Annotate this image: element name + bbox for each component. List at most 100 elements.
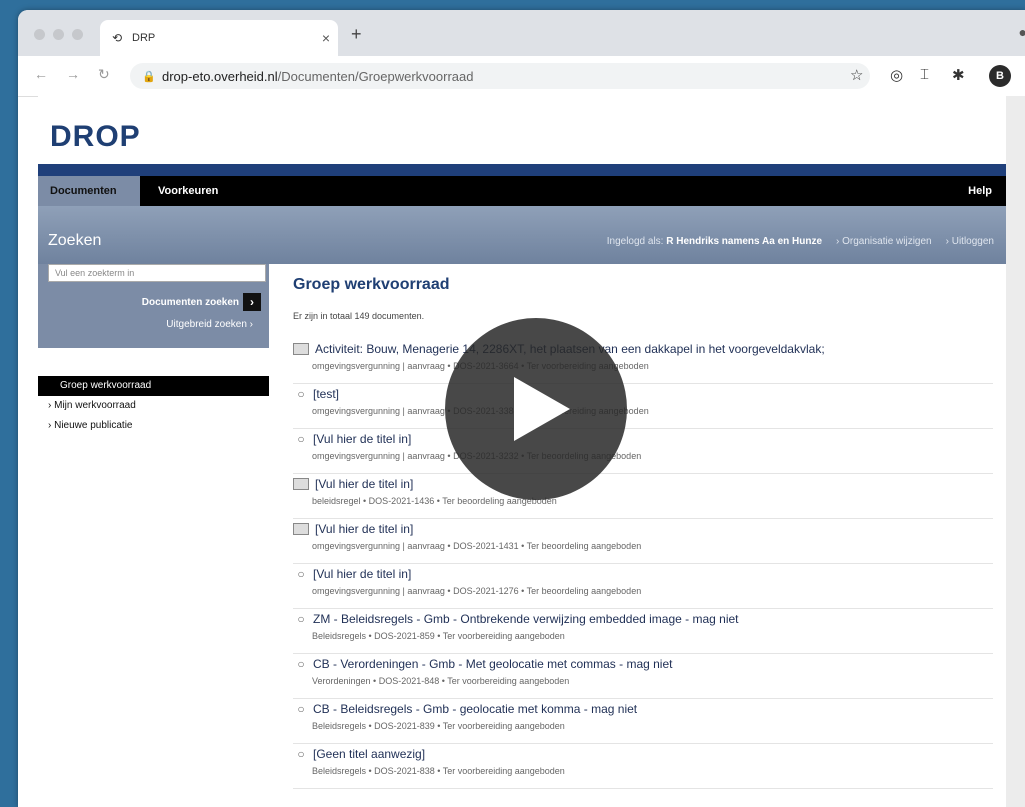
help-link[interactable]: Help bbox=[968, 176, 992, 206]
table-row[interactable]: ○ ZM - Beleidsregels - Gmb - Ontbrekende … bbox=[293, 609, 993, 654]
browser-toolbar: ← → ↻ 🔒 drop-eto.overheid.nl/Documenten/… bbox=[18, 56, 1025, 97]
window-controls bbox=[34, 29, 83, 40]
close-tab-icon[interactable]: × bbox=[314, 30, 338, 46]
table-row[interactable]: ○ [test] omgevingsvergunning | aanvraag • … bbox=[293, 384, 993, 429]
maximize-window-icon[interactable] bbox=[72, 29, 83, 40]
circle-icon: ○ bbox=[297, 567, 305, 581]
reload-icon[interactable]: ↻ bbox=[98, 66, 110, 83]
table-row[interactable]: ○ CB - Beleidsregels - Gmb - geolocatie m… bbox=[293, 699, 993, 744]
url-path: /Documenten/Groepwerkvoorraad bbox=[277, 68, 474, 84]
document-title[interactable]: ○ [Geen titel aanwezig] bbox=[293, 747, 993, 761]
circle-icon: ○ bbox=[297, 612, 305, 626]
minimize-window-icon[interactable] bbox=[53, 29, 64, 40]
document-title-text: CB - Beleidsregels - Gmb - geolocatie me… bbox=[313, 702, 638, 716]
org-change-label: Organisatie wijzigen bbox=[842, 236, 932, 247]
login-user: R Hendriks namens Aa en Hunze bbox=[666, 236, 823, 247]
document-title[interactable]: [Vul hier de titel in] bbox=[293, 522, 993, 536]
search-button-label: Documenten zoeken bbox=[141, 296, 239, 308]
tab-title: DRP bbox=[132, 32, 156, 44]
table-row[interactable]: [Vul hier de titel in] beleidsregel • DOS… bbox=[293, 474, 993, 519]
sidebar-item-label: Mijn werkvoorraad bbox=[54, 400, 136, 411]
document-meta: Verordeningen • DOS-2021-848 • Ter voorb… bbox=[312, 676, 570, 686]
page-title: Groep werkvoorraad bbox=[293, 276, 450, 293]
sidebar-item-groep[interactable]: Groep werkvoorraad bbox=[38, 376, 269, 396]
table-row[interactable]: [Vul hier de titel in] omgevingsvergunnin… bbox=[293, 519, 993, 564]
lock-icon: 🔒 bbox=[142, 70, 156, 83]
play-icon bbox=[514, 377, 570, 441]
reading-list-icon[interactable]: ⌶ bbox=[920, 66, 929, 83]
tab-strip: ⟲ DRP × + ● bbox=[18, 10, 1025, 56]
circle-icon: ○ bbox=[297, 657, 305, 671]
table-row[interactable]: ○ [Vul hier de titel in] omgevingsvergunni… bbox=[293, 429, 993, 474]
login-label: Ingelogd als: bbox=[606, 236, 664, 247]
extension-icon[interactable]: ◎ bbox=[890, 66, 903, 84]
circle-icon: ○ bbox=[297, 702, 305, 716]
document-icon bbox=[293, 343, 309, 355]
document-title[interactable]: ○ CB - Beleidsregels - Gmb - geolocatie m… bbox=[293, 702, 993, 716]
logout-label: Uitloggen bbox=[951, 236, 994, 247]
search-input[interactable]: Vul een zoekterm in bbox=[48, 264, 266, 282]
profile-avatar[interactable]: B bbox=[989, 65, 1011, 87]
tab-documenten[interactable]: Documenten bbox=[38, 176, 140, 206]
document-title[interactable]: ○ ZM - Beleidsregels - Gmb - Ontbrekende … bbox=[293, 612, 993, 626]
tab-voorkeuren[interactable]: Voorkeuren bbox=[158, 176, 218, 206]
tab-search-icon[interactable]: ● bbox=[1019, 24, 1025, 40]
document-title[interactable]: Activiteit: Bouw, Menagerie 14, 2286XT, … bbox=[293, 342, 993, 356]
document-title[interactable]: ○ [Vul hier de titel in] bbox=[293, 432, 993, 446]
document-title-text: [Vul hier de titel in] bbox=[313, 432, 412, 446]
url-host: drop-eto.overheid.nl bbox=[162, 68, 278, 84]
document-meta: omgevingsvergunning | aanvraag • DOS-202… bbox=[312, 451, 642, 461]
document-meta: omgevingsvergunning | aanvraag • DOS-202… bbox=[312, 406, 649, 416]
forward-icon[interactable]: → bbox=[66, 66, 80, 82]
sidebar-item-mijn[interactable]: › Mijn werkvoorraad bbox=[38, 396, 269, 416]
new-tab-icon[interactable]: + bbox=[351, 24, 362, 45]
scrollbar[interactable] bbox=[1006, 96, 1025, 807]
table-row[interactable]: Activiteit: Bouw, Menagerie 14, 2286XT, … bbox=[293, 339, 993, 384]
document-title[interactable]: ○ CB - Verordeningen - Gmb - Met geolocat… bbox=[293, 657, 993, 671]
document-meta: omgevingsvergunning | aanvraag • DOS-202… bbox=[312, 361, 649, 371]
sidebar-item-nieuw[interactable]: › Nieuwe publicatie bbox=[38, 416, 269, 436]
document-icon bbox=[293, 478, 309, 490]
address-bar[interactable]: 🔒 drop-eto.overheid.nl/Documenten/Groepw… bbox=[130, 63, 870, 89]
search-button[interactable]: Documenten zoeken › bbox=[142, 293, 261, 311]
chevron-right-icon: › bbox=[243, 293, 261, 311]
document-count: Er zijn in totaal 149 documenten. bbox=[293, 311, 425, 321]
login-text: Ingelogd als: R Hendriks namens Aa en Hu… bbox=[607, 236, 822, 247]
table-row[interactable]: ○ CB - Verordeningen - Gmb - Met geolocat… bbox=[293, 654, 993, 699]
back-icon[interactable]: ← bbox=[34, 66, 48, 82]
table-row[interactable]: ○ [Vul hier de titel in] omgevingsvergunni… bbox=[293, 564, 993, 609]
main-content: Groep werkvoorraad Er zijn in totaal 149… bbox=[293, 276, 993, 789]
table-row[interactable]: ○ [Geen titel aanwezig] Beleidsregels • DO… bbox=[293, 744, 993, 789]
document-title-text: [Vul hier de titel in] bbox=[315, 522, 414, 536]
bookmark-star-icon[interactable]: ☆ bbox=[850, 66, 863, 84]
header-divider bbox=[38, 164, 1006, 176]
circle-icon: ○ bbox=[297, 432, 305, 446]
search-heading: Zoeken bbox=[48, 232, 102, 249]
close-window-icon[interactable] bbox=[34, 29, 45, 40]
circle-icon: ○ bbox=[297, 747, 305, 761]
sub-header: Zoeken Ingelogd als: R Hendriks namens A… bbox=[38, 206, 1006, 264]
main-menu: Documenten Voorkeuren Help bbox=[38, 176, 1006, 206]
logout-link[interactable]: › Uitloggen bbox=[946, 236, 994, 247]
document-title[interactable]: ○ [Vul hier de titel in] bbox=[293, 567, 993, 581]
document-meta: Beleidsregels • DOS-2021-839 • Ter voorb… bbox=[312, 721, 565, 731]
document-title-text: [Geen titel aanwezig] bbox=[313, 747, 426, 761]
document-title[interactable]: ○ [test] bbox=[293, 387, 993, 401]
document-meta: Beleidsregels • DOS-2021-859 • Ter voorb… bbox=[312, 631, 565, 641]
advanced-search-link[interactable]: Uitgebreid zoeken › bbox=[166, 319, 253, 330]
site-logo[interactable]: DROP bbox=[50, 120, 141, 154]
document-title-text: [Vul hier de titel in] bbox=[313, 567, 412, 581]
sidebar-item-label: Nieuwe publicatie bbox=[54, 420, 133, 431]
puzzle-icon[interactable]: ✱ bbox=[952, 66, 965, 84]
document-title-text: ZM - Beleidsregels - Gmb - Ontbrekende v… bbox=[313, 612, 739, 626]
sidebar-nav: Groep werkvoorraad › Mijn werkvoorraad ›… bbox=[38, 376, 269, 436]
document-meta: Beleidsregels • DOS-2021-838 • Ter voorb… bbox=[312, 766, 565, 776]
search-panel: Vul een zoekterm in Documenten zoeken › … bbox=[38, 264, 269, 348]
play-button[interactable] bbox=[445, 318, 627, 500]
document-title[interactable]: [Vul hier de titel in] bbox=[293, 477, 993, 491]
org-change-link[interactable]: › Organisatie wijzigen bbox=[836, 236, 932, 247]
document-meta: beleidsregel • DOS-2021-1436 • Ter beoor… bbox=[312, 496, 557, 506]
document-title-text: CB - Verordeningen - Gmb - Met geolocati… bbox=[313, 657, 673, 671]
browser-tab[interactable]: ⟲ DRP × bbox=[100, 20, 338, 56]
login-info: Ingelogd als: R Hendriks namens Aa en Hu… bbox=[607, 236, 994, 247]
